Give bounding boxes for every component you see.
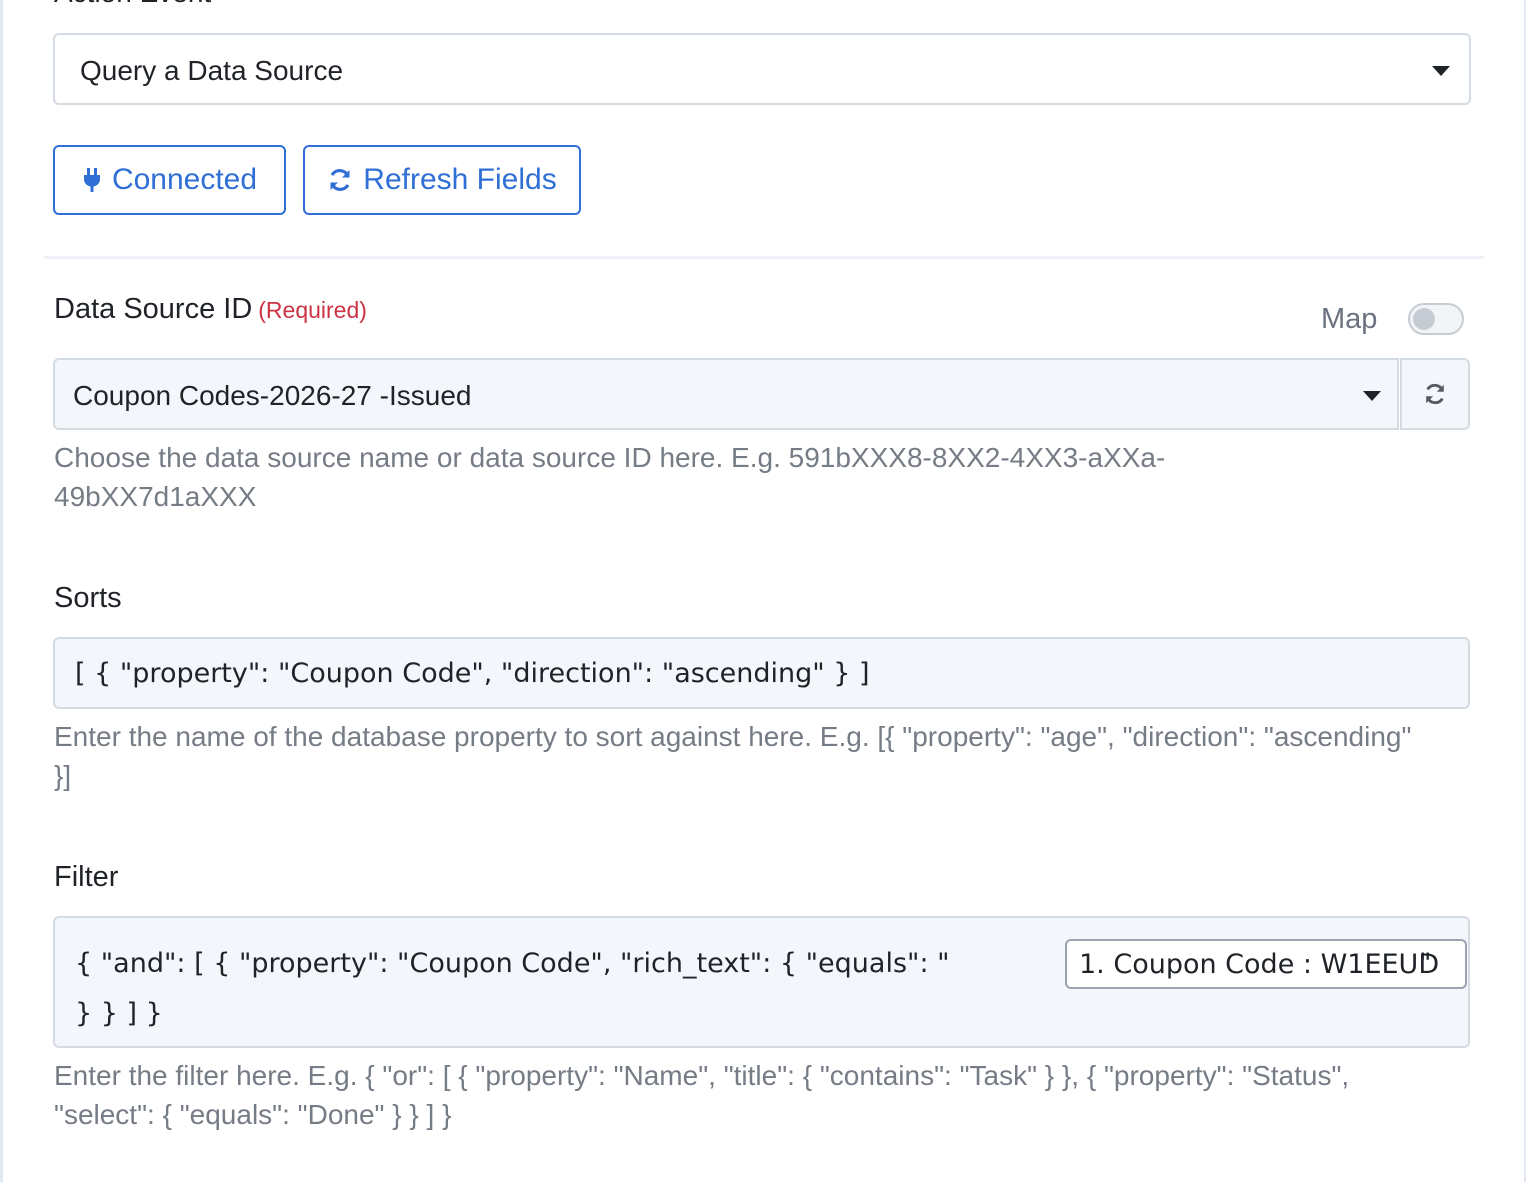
filter-input[interactable]: { "and": [ { "property": "Coupon Code", …: [53, 916, 1470, 1048]
data-source-label: Data Source ID (Required): [54, 293, 367, 326]
left-border: [0, 0, 3, 1182]
filter-value-line2: } } ] }: [75, 998, 163, 1029]
filter-value-line1: { "and": [ { "property": "Coupon Code", …: [75, 948, 950, 979]
data-source-value: Coupon Codes-2026-27 -Issued: [73, 380, 472, 411]
filter-label: Filter: [54, 861, 119, 893]
data-source-select[interactable]: Coupon Codes-2026-27 -Issued: [53, 358, 1399, 430]
chevron-down-icon: [1363, 391, 1381, 401]
connected-button[interactable]: Connected: [53, 145, 286, 215]
required-badge: (Required): [258, 297, 367, 323]
action-event-value: Query a Data Source: [80, 55, 344, 86]
filter-value-suffix: ": [1419, 948, 1432, 979]
refresh-icon: [330, 169, 350, 191]
map-label: Map: [1321, 303, 1378, 335]
sorts-label: Sorts: [54, 582, 122, 614]
reload-data-sources-button[interactable]: [1400, 358, 1470, 430]
sorts-help: Enter the name of the database property …: [54, 721, 1412, 791]
toggle-knob: [1413, 308, 1435, 330]
sorts-input[interactable]: [ { "property": "Coupon Code", "directio…: [53, 637, 1470, 709]
divider: [44, 256, 1484, 259]
plug-icon: [83, 168, 100, 192]
chevron-down-icon: [1432, 66, 1450, 76]
filter-help: Enter the filter here. E.g. { "or": [ { …: [54, 1060, 1350, 1130]
refresh-fields-label: Refresh Fields: [363, 163, 557, 196]
data-source-label-text: Data Source ID: [54, 293, 253, 325]
data-source-help: Choose the data source name or data sour…: [54, 442, 1166, 512]
mapped-field-token[interactable]: 1. Coupon Code : W1EEUD: [1065, 939, 1467, 989]
refresh-icon: [1426, 383, 1444, 405]
sorts-value: [ { "property": "Coupon Code", "directio…: [75, 658, 870, 689]
connected-label: Connected: [111, 163, 258, 196]
refresh-fields-button[interactable]: Refresh Fields: [303, 145, 581, 215]
action-event-select[interactable]: Query a Data Source: [53, 33, 1471, 105]
action-event-label: Action Event: [54, 0, 211, 8]
mapped-field-token-text: 1. Coupon Code : W1EEUD: [1079, 948, 1440, 980]
map-toggle[interactable]: [1408, 303, 1464, 335]
